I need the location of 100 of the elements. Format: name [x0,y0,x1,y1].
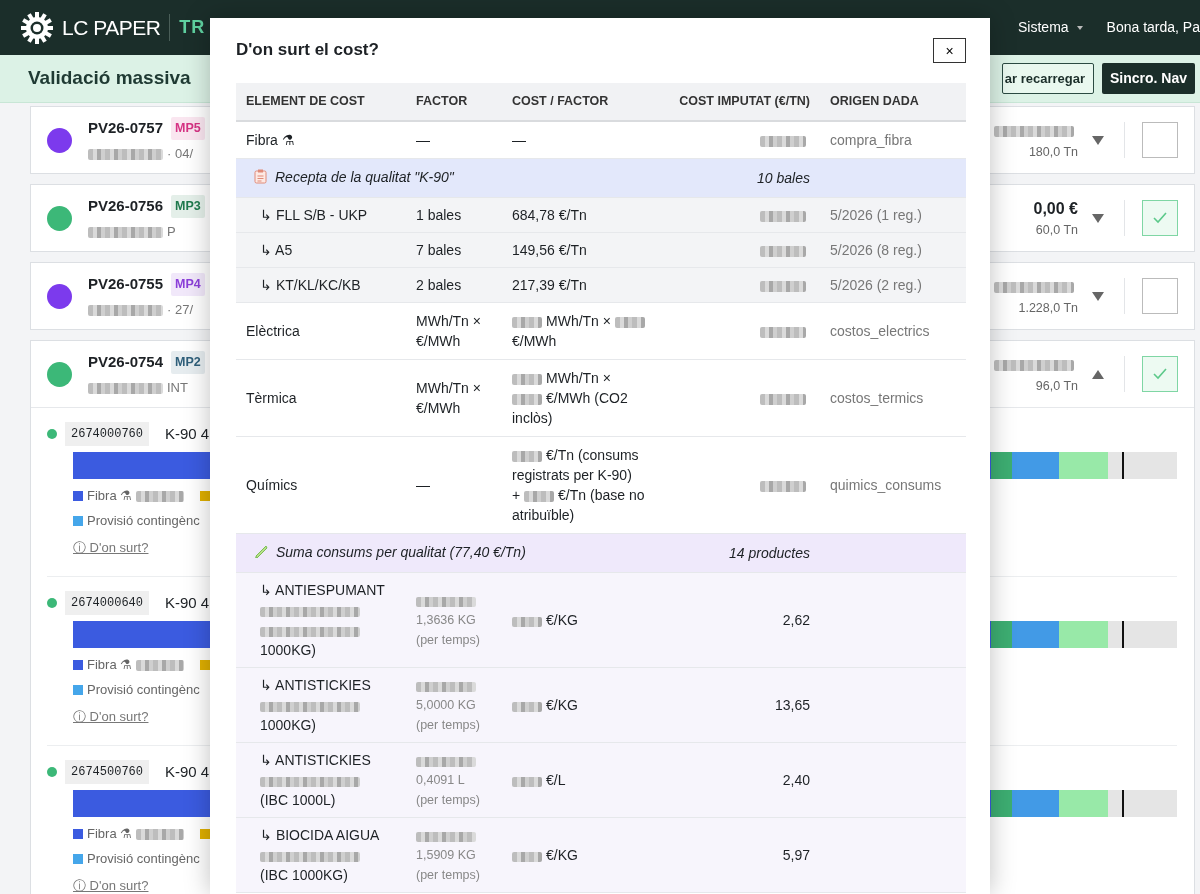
status-dot [47,598,57,608]
caret-down-icon[interactable] [1092,135,1104,145]
legend-swatch [200,491,211,501]
cell-text: 5,0000 KG [416,698,476,713]
blurred-text [760,211,806,223]
sync-button[interactable]: Sincro. Nav [1101,63,1195,94]
table-cell: Fibra ⚗ [236,120,406,159]
reload-button[interactable]: ar recarregar [1001,63,1094,94]
cell-text: (per temps) [416,718,480,733]
cell-text: 0,4091 L [416,773,465,788]
table-cell: 5,97 [658,817,820,893]
caret-down-icon[interactable] [1092,291,1104,301]
checkbox[interactable] [1141,278,1178,314]
nav-menu-item[interactable]: Sistema [1018,17,1069,38]
table-cell: MWh/Tn × €/MWh [406,302,502,360]
blurred-text [614,317,645,329]
greeting-text: Bona tarda, Pa [1106,18,1200,37]
cell-text: ↳ ANTIESPUMANT [260,582,385,599]
tag: MP5 [171,116,205,140]
blurred-text [760,481,806,493]
gear-logo-icon [20,10,54,45]
cell-text: 1000KG) [260,717,317,734]
cell-text: 1,3636 KG [416,613,476,628]
table-cell: — [406,436,502,534]
cell-text: €/MWh (CO2 [546,390,628,407]
order-tonnage: 180,0 Tn [1027,143,1078,161]
table-cell: 684,78 €/Tn [502,197,658,233]
order-amount: 0,00 € [1033,199,1078,217]
order-subtitle: INT [167,379,188,395]
order-subtitle: P [167,223,176,239]
table-cell: 217,39 €/Tn [502,267,658,303]
cost-origin-link[interactable]: ⓘ D'on surt? [73,540,149,555]
section-title: TR [169,14,206,41]
table-cell: Elèctrica [236,302,406,360]
table-cell: 2 bales [406,267,502,303]
product-code: 2674000640 [65,591,149,615]
product-code: 2674500760 [65,760,149,784]
blurred-text [416,681,476,692]
order-subtitle: · 04/ [167,145,193,161]
product-name: K-90 4 [165,592,210,613]
table-cell: costos_termics [820,359,966,437]
table-cell: ↳ KT/KL/KC/KB [236,267,406,303]
blurred-text [512,451,542,463]
column-header: COST / FACTOR [502,83,658,121]
order-tonnage: 96,0 Tn [1034,377,1078,395]
cell-text: 1,5909 KG [416,848,476,863]
cell-text: inclòs) [512,410,553,427]
table-cell: MWh/Tn × €/MWh [406,359,502,437]
blurred-text [136,828,185,840]
table-cell: 5/2026 (2 reg.) [820,267,966,303]
order-subtitle: · 27/ [167,301,193,317]
checkbox[interactable] [1141,122,1178,158]
cell-text: atribuïble) [512,507,575,524]
blurred-text [512,701,542,712]
order-tonnage: 1.228,0 Tn [1017,299,1078,317]
blurred-text [416,756,476,767]
table-cell: ↳ A5 [236,232,406,268]
blurred-text [760,327,806,339]
caret-down-icon[interactable] [1092,213,1104,223]
table-cell: 13,65 [658,667,820,743]
legend-swatch [73,516,83,526]
cell-text: €/KG [546,612,578,629]
cost-origin-link[interactable]: ⓘ D'on surt? [73,709,149,724]
table-cell: Químics [236,436,406,534]
table-cell: — [406,120,502,159]
legend-swatch [73,685,83,695]
table-cell: 7 bales [406,232,502,268]
cell-text: ↳ ANTISTICKIES [260,752,371,769]
table-cell: compra_fibra [820,120,966,159]
group-count: 10 bales [658,158,820,198]
close-button[interactable]: × [933,38,966,63]
blurred-text [512,394,542,406]
cell-text: MWh/Tn × [546,313,611,330]
table-cell: costos_electrics [820,302,966,360]
legend-swatch [200,829,211,839]
cost-origin-link[interactable]: ⓘ D'on surt? [73,878,149,893]
legend-label: Provisió contingènc [87,682,200,698]
cell-text: (per temps) [416,868,480,883]
legend-label: Provisió contingènc [87,513,200,529]
cell-text: (IBC 1000L) [260,792,336,809]
modal-title: D'on surt el cost? [236,40,379,61]
table-cell: 2,40 [658,742,820,818]
cell-text: 1000KG) [260,642,317,659]
legend-swatch [73,491,83,501]
order-id: PV26-0757 [88,118,164,138]
table-cell: 149,56 €/Tn [502,232,658,268]
legend-swatch [200,660,211,670]
cell-text: €/Tn (consums [546,447,639,464]
legend-label: Provisió contingènc [87,851,200,867]
test-tube-icon [254,545,268,560]
product-name: K-90 4 [165,423,210,444]
checkbox[interactable] [1141,200,1178,236]
product-code: 2674000760 [65,422,149,446]
checkbox[interactable] [1141,356,1178,392]
table-cell: — [502,120,658,159]
order-tonnage: 60,0 Tn [1034,221,1078,239]
blurred-text [416,831,476,842]
order-id: PV26-0756 [88,196,164,216]
caret-up-icon[interactable] [1092,369,1104,379]
cell-text: ↳ BIOCIDA AIGUA [260,827,380,844]
